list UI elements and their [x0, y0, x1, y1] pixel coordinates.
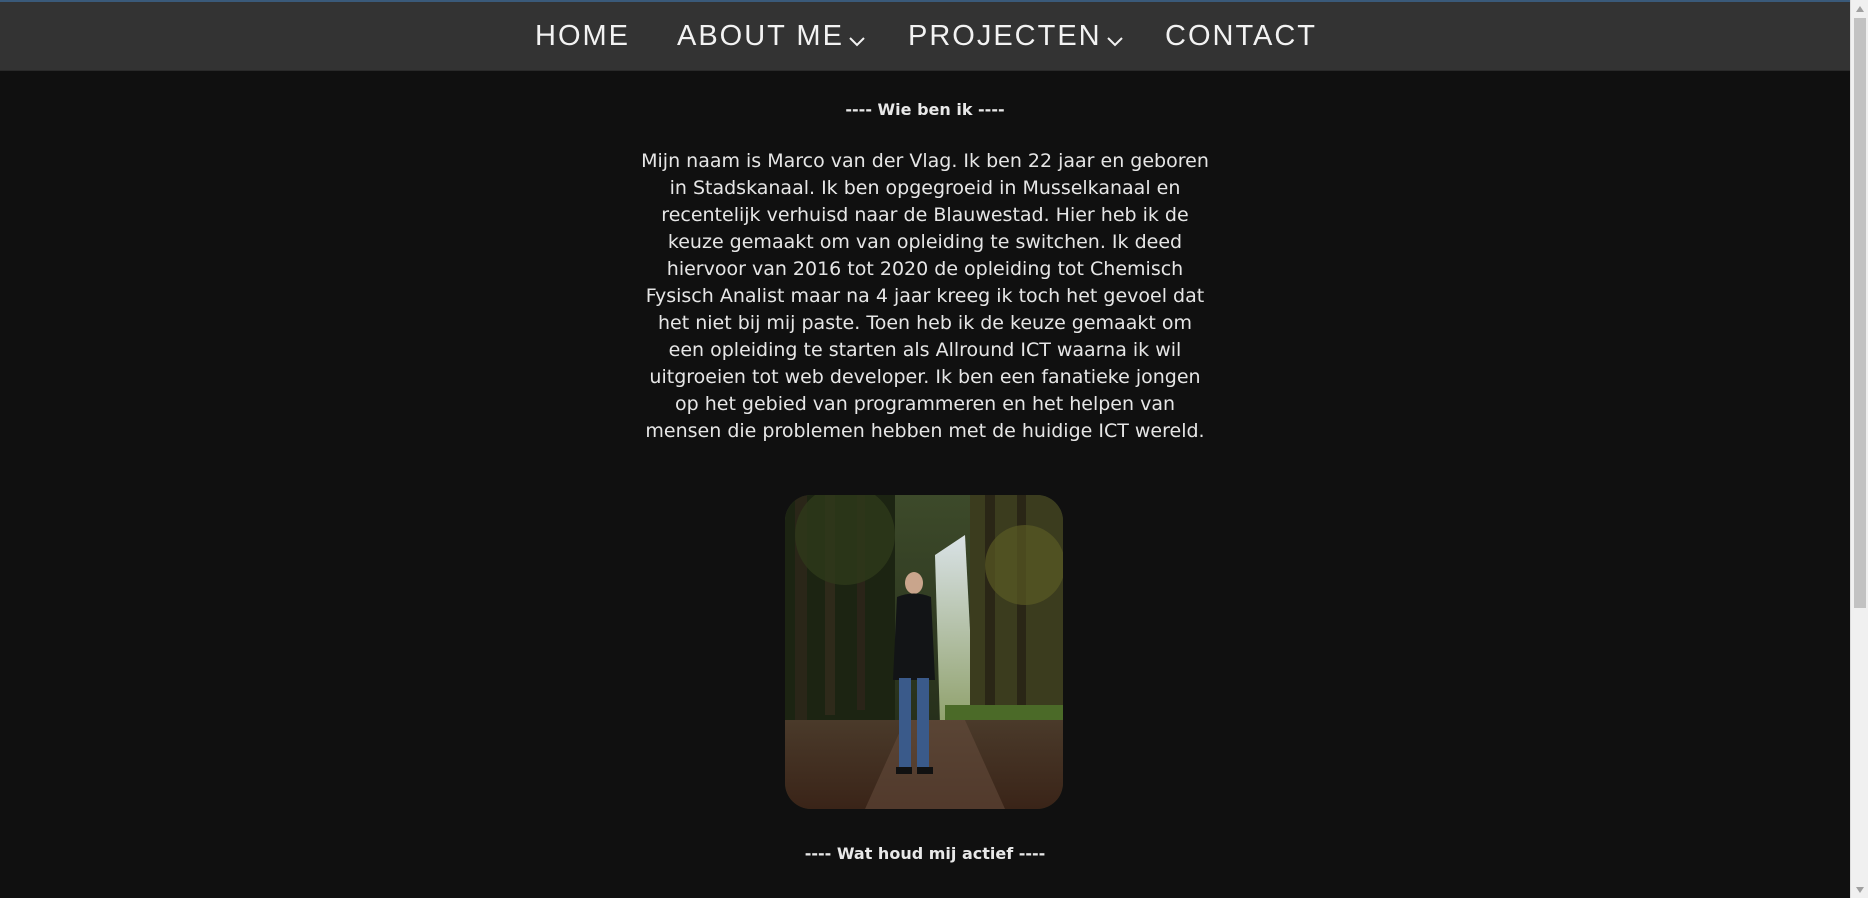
scroll-up-arrow-icon[interactable]: [1851, 0, 1868, 17]
nav-contact-link[interactable]: CONTACT: [1165, 2, 1317, 70]
vertical-scrollbar[interactable]: [1850, 0, 1868, 898]
nav-projecten-label: PROJECTEN: [908, 19, 1102, 52]
page: HOME ABOUT ME PROJECTEN CONTACT ---- Wie…: [0, 0, 1868, 898]
scroll-down-arrow-icon[interactable]: [1851, 881, 1868, 898]
chevron-down-icon: [1106, 25, 1124, 47]
nav-contact-label: CONTACT: [1165, 19, 1318, 52]
nav-home-link[interactable]: HOME: [535, 2, 630, 70]
nav-about-me-dropdown[interactable]: ABOUT ME: [677, 2, 866, 70]
profile-photo: [785, 495, 1063, 809]
chevron-down-icon: [848, 25, 866, 47]
about-text: Mijn naam is Marco van der Vlag. Ik ben …: [641, 150, 1209, 442]
nav-home-label: HOME: [535, 19, 630, 52]
about-heading: ---- Wie ben ik ----: [845, 100, 1005, 119]
navbar: HOME ABOUT ME PROJECTEN CONTACT: [0, 2, 1850, 71]
scrollbar-thumb[interactable]: [1854, 18, 1866, 608]
nav-about-me-label: ABOUT ME: [677, 19, 844, 52]
nav-projecten-dropdown[interactable]: PROJECTEN: [908, 2, 1124, 70]
activities-heading: ---- Wat houd mij actief ----: [804, 844, 1046, 863]
